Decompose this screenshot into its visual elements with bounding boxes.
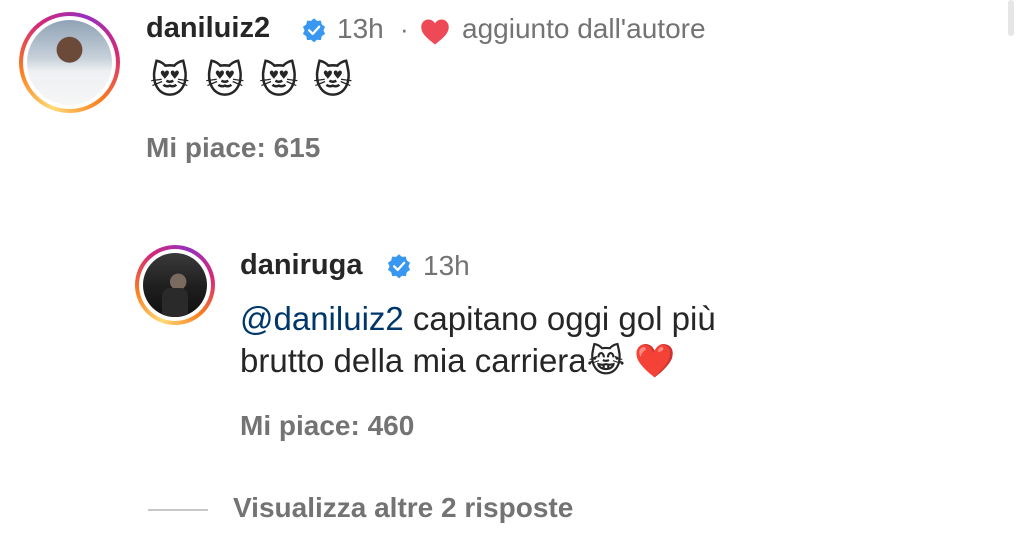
verified-badge-icon	[302, 18, 326, 43]
emoji-laughing-cat: 😹	[586, 342, 626, 379]
comment-time: 13h	[337, 13, 384, 44]
reply-text: @daniluiz2 capitano oggi gol più brutto …	[240, 298, 840, 382]
emoji-heart-eyes-cat: 😻	[205, 60, 245, 102]
reply-time: 13h	[423, 250, 470, 281]
reply-username[interactable]: daniruga	[240, 249, 362, 282]
verified-badge-icon	[387, 254, 411, 279]
mention-link[interactable]: @daniluiz2	[240, 300, 404, 337]
avatar-daniruga[interactable]	[135, 245, 215, 325]
scrollbar[interactable]	[1008, 0, 1014, 36]
reply-text-line2: brutto della mia carriera	[240, 342, 587, 379]
view-more-replies-button[interactable]: Visualizza altre 2 risposte	[233, 492, 573, 524]
emoji-heart-eyes-cat: 😻	[313, 60, 353, 102]
separator-dot: ·	[400, 14, 409, 44]
emoji-heart-eyes-cat: 😻	[259, 60, 299, 102]
emoji-red-heart: ❤️	[634, 342, 676, 379]
author-liked-label: aggiunto dall'autore	[462, 13, 706, 44]
author-heart-icon	[421, 19, 449, 45]
comment-likes[interactable]: Mi piace: 615	[146, 132, 320, 164]
thread-divider	[148, 509, 208, 511]
emoji-heart-eyes-cat: 😻	[150, 60, 190, 102]
reply-likes[interactable]: Mi piace: 460	[240, 410, 414, 442]
reply-text-line1: capitano oggi gol più	[403, 300, 716, 337]
avatar-daniluiz2[interactable]	[19, 12, 120, 113]
comment-username[interactable]: daniluiz2	[146, 12, 270, 45]
